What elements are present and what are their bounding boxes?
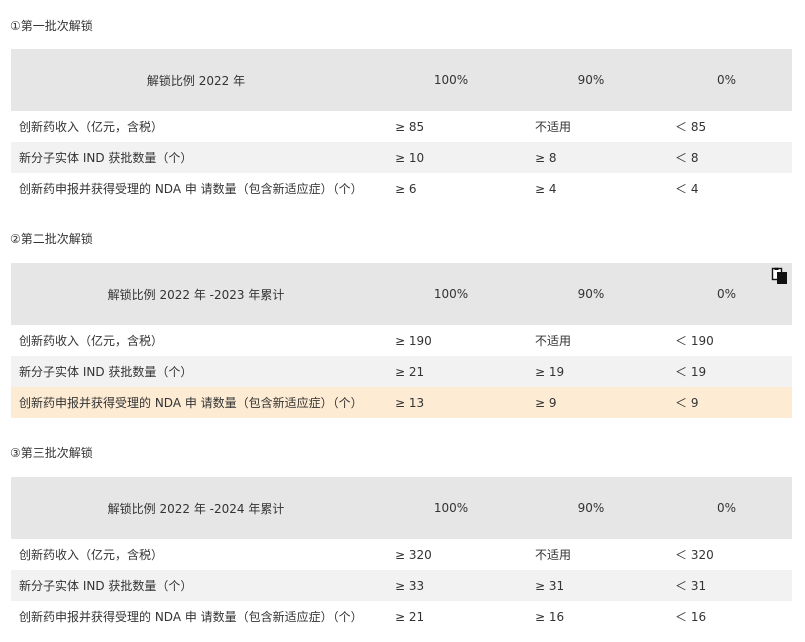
cell-0: ＜ 9 <box>661 387 792 418</box>
section-title-3: ③第三批次解锁 <box>10 446 93 460</box>
cell-90: 不适用 <box>521 111 661 142</box>
table-row: 新分子实体 IND 获批数量（个） ≥ 10 ≥ 8 ＜ 8 <box>11 142 792 173</box>
section-title-2: ②第二批次解锁 <box>10 232 93 246</box>
row-label: 新分子实体 IND 获批数量（个） <box>11 356 381 387</box>
cell-100: ≥ 21 <box>381 601 521 632</box>
cell-100: ≥ 320 <box>381 539 521 570</box>
table-row: 新分子实体 IND 获批数量（个） ≥ 21 ≥ 19 ＜ 19 <box>11 356 792 387</box>
header-90: 90% <box>521 263 661 325</box>
header-100: 100% <box>381 49 521 111</box>
cell-0: ＜ 320 <box>661 539 792 570</box>
copy-icon[interactable] <box>771 267 789 285</box>
cell-0: ＜ 19 <box>661 356 792 387</box>
cell-100: ≥ 10 <box>381 142 521 173</box>
cell-100: ≥ 6 <box>381 173 521 204</box>
cell-100: ≥ 33 <box>381 570 521 601</box>
table-row: 创新药申报并获得受理的 NDA 申 请数量（包含新适应症）（个） ≥ 6 ≥ 4… <box>11 173 792 204</box>
row-label: 新分子实体 IND 获批数量（个） <box>11 142 381 173</box>
cell-100: ≥ 190 <box>381 325 521 356</box>
header-ratio: 解锁比例 2022 年 <box>11 49 381 111</box>
unlock-table-3: 解锁比例 2022 年 -2024 年累计 100% 90% 0% 创新药收入（… <box>11 477 792 632</box>
cell-90: ≥ 4 <box>521 173 661 204</box>
table-row-highlighted: 创新药申报并获得受理的 NDA 申 请数量（包含新适应症）（个） ≥ 13 ≥ … <box>11 387 792 418</box>
table-header-row: 解锁比例 2022 年 -2023 年累计 100% 90% 0% <box>11 263 792 325</box>
row-label: 创新药收入（亿元，含税） <box>11 325 381 356</box>
row-label: 创新药收入（亿元，含税） <box>11 539 381 570</box>
cell-90: ≥ 8 <box>521 142 661 173</box>
header-100: 100% <box>381 477 521 539</box>
table-row: 创新药收入（亿元，含税） ≥ 85 不适用 ＜ 85 <box>11 111 792 142</box>
table-row: 创新药收入（亿元，含税） ≥ 320 不适用 ＜ 320 <box>11 539 792 570</box>
cell-100: ≥ 13 <box>381 387 521 418</box>
cell-90: ≥ 16 <box>521 601 661 632</box>
row-label: 创新药申报并获得受理的 NDA 申 请数量（包含新适应症）（个） <box>11 173 381 204</box>
header-0: 0% <box>661 477 792 539</box>
cell-90: 不适用 <box>521 539 661 570</box>
row-label: 创新药申报并获得受理的 NDA 申 请数量（包含新适应症）（个） <box>11 601 381 632</box>
cell-90: 不适用 <box>521 325 661 356</box>
cell-0: ＜ 4 <box>661 173 792 204</box>
cell-0: ＜ 16 <box>661 601 792 632</box>
cell-90: ≥ 19 <box>521 356 661 387</box>
cell-100: ≥ 85 <box>381 111 521 142</box>
unlock-table-2: 解锁比例 2022 年 -2023 年累计 100% 90% 0% 创新药收入（… <box>11 263 792 418</box>
header-ratio: 解锁比例 2022 年 -2024 年累计 <box>11 477 381 539</box>
cell-0: ＜ 190 <box>661 325 792 356</box>
row-label: 创新药申报并获得受理的 NDA 申 请数量（包含新适应症）（个） <box>11 387 381 418</box>
header-90: 90% <box>521 49 661 111</box>
header-100: 100% <box>381 263 521 325</box>
cell-90: ≥ 9 <box>521 387 661 418</box>
unlock-table-1: 解锁比例 2022 年 100% 90% 0% 创新药收入（亿元，含税） ≥ 8… <box>11 49 792 204</box>
table-header-row: 解锁比例 2022 年 -2024 年累计 100% 90% 0% <box>11 477 792 539</box>
cell-0: ＜ 8 <box>661 142 792 173</box>
row-label: 新分子实体 IND 获批数量（个） <box>11 570 381 601</box>
table-row: 创新药申报并获得受理的 NDA 申 请数量（包含新适应症）（个） ≥ 21 ≥ … <box>11 601 792 632</box>
table-row: 创新药收入（亿元，含税） ≥ 190 不适用 ＜ 190 <box>11 325 792 356</box>
cell-0: ＜ 31 <box>661 570 792 601</box>
cell-90: ≥ 31 <box>521 570 661 601</box>
header-90: 90% <box>521 477 661 539</box>
table-header-row: 解锁比例 2022 年 100% 90% 0% <box>11 49 792 111</box>
row-label: 创新药收入（亿元，含税） <box>11 111 381 142</box>
table-row: 新分子实体 IND 获批数量（个） ≥ 33 ≥ 31 ＜ 31 <box>11 570 792 601</box>
section-title-1: ①第一批次解锁 <box>10 19 93 33</box>
header-0: 0% <box>661 49 792 111</box>
cell-0: ＜ 85 <box>661 111 792 142</box>
header-ratio: 解锁比例 2022 年 -2023 年累计 <box>11 263 381 325</box>
cell-100: ≥ 21 <box>381 356 521 387</box>
document-page: ①第一批次解锁 解锁比例 2022 年 100% 90% 0% 创新药收入（亿元… <box>0 0 805 642</box>
